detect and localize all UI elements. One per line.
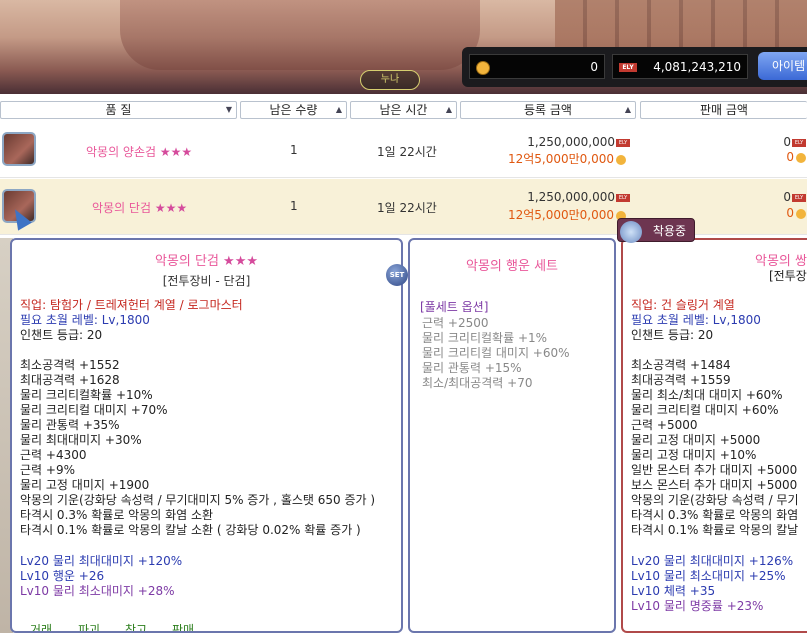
sword-icon — [620, 221, 642, 243]
item-price-alt-text: 12억5,000만0,000 — [507, 208, 614, 222]
item-button[interactable]: 아이템 — [758, 52, 807, 80]
storage-button[interactable]: 창고 — [125, 621, 147, 631]
trade-button[interactable]: 거래 — [30, 621, 52, 631]
table-row[interactable]: 악몽의 양손검 ★★★ 1 1일 22시간 1,250,000,000 ELY 1… — [0, 122, 807, 178]
col-remaining-qty[interactable]: 남은 수량 ▲ — [240, 101, 347, 119]
item-price: 1,250,000,000 ELY — [520, 135, 630, 149]
tooltip-title-text: 악몽의 단검 — [154, 254, 219, 269]
coin-icon — [476, 61, 490, 75]
sort-arrow-icon: ▲ — [624, 105, 631, 114]
col-grade[interactable]: 품 질 ▼ — [0, 101, 237, 119]
coin-icon — [616, 154, 626, 165]
col-grade-label: 품 질 — [105, 103, 132, 117]
set-badge-icon: SET — [386, 264, 408, 286]
currency-bar: 0 ELY 4,081,243,210 — [462, 47, 807, 87]
equipped-badge: 착용중 — [617, 218, 695, 243]
item-name: 악몽의 단검 ★★★ — [92, 199, 187, 216]
dropdown-arrow-icon: ▼ — [225, 105, 232, 114]
col-remaining-time-label: 남은 시간 — [379, 103, 428, 117]
set-line: 최소/최대공격력 +70 — [422, 376, 533, 390]
item-sell: 0 ELY — [770, 135, 806, 149]
item-sell-text: 0 — [783, 190, 791, 204]
set-title: 악몽의 행운 세트 — [466, 259, 558, 274]
item-price-alt: 12억5,000만0,000 — [500, 150, 626, 167]
item-name-text: 악몽의 단검 — [92, 201, 152, 215]
item-stars: ★★★ — [159, 145, 193, 159]
tooltip-title: 악몽의 단검 ★★★ — [12, 250, 401, 269]
sell-button[interactable]: 판매 — [172, 621, 194, 631]
item-sell2-text: 0 — [786, 150, 794, 164]
col-sell-price-label: 판매 금액 — [700, 103, 748, 117]
equipped-subtitle: [전투장 — [769, 269, 807, 283]
banner-roof — [120, 0, 480, 70]
sort-arrow-icon: ▲ — [335, 105, 342, 114]
item-name-text: 악몽의 양손검 — [86, 145, 157, 159]
set-header: [풀세트 옵션] — [420, 300, 489, 314]
item-time: 1일 22시간 — [377, 201, 437, 215]
item-sell-text: 0 — [783, 135, 791, 149]
item-price-alt: 12억5,000만0,000 — [500, 206, 626, 223]
item-time: 1일 22시간 — [377, 145, 437, 159]
tooltip-enchant: 인챈트 등급: 20 — [20, 328, 103, 342]
ely-icon: ELY — [616, 193, 630, 202]
col-remaining-qty-label: 남은 수량 — [269, 103, 318, 117]
destroy-button[interactable]: 파괴 — [78, 621, 100, 631]
item-sell2-text: 0 — [786, 206, 794, 220]
ely-icon: ELY — [619, 63, 637, 72]
item-sell2: 0 — [770, 206, 806, 220]
tooltip-subtitle: [전투장비 - 단검] — [162, 274, 251, 288]
ely-icon: ELY — [792, 138, 806, 147]
banner-timber — [555, 0, 807, 48]
equipped-badge-label: 착용중 — [652, 224, 686, 238]
banner-lamp-label: 누나 — [360, 70, 420, 90]
equipped-tooltip: 악몽의 쌍 [전투장 직업: 건 슬링거 계열 필요 초월 레벨: Lv,180… — [621, 238, 807, 633]
tooltip-special: 타격시 0.1% 확률로 악몽의 칼날 소환 ( 강화당 0.02% 확률 증가… — [20, 523, 361, 537]
item-qty: 1 — [290, 199, 298, 213]
item-sell: 0 ELY — [770, 190, 806, 204]
item-name: 악몽의 양손검 ★★★ — [86, 143, 192, 160]
item-tooltip: 악몽의 단검 ★★★ [전투장비 - 단검] 직업: 탐험가 / 트레져헌터 계… — [10, 238, 403, 633]
coin-value: 0 — [590, 60, 598, 74]
coin-icon — [796, 208, 806, 219]
ely-box: ELY 4,081,243,210 — [612, 54, 748, 79]
col-sell-price[interactable]: 판매 금액 — [640, 101, 807, 119]
item-price-text: 1,250,000,000 — [527, 190, 615, 204]
item-thumbnail — [2, 132, 36, 166]
coin-box: 0 — [469, 54, 605, 79]
set-tooltip: 악몽의 행운 세트 [풀세트 옵션] 근력 +2500 물리 크리티컬확률 +1… — [408, 238, 616, 633]
sort-arrow-icon: ▲ — [445, 105, 452, 114]
tooltip-stars: ★★★ — [223, 254, 259, 269]
item-sell2: 0 — [770, 150, 806, 164]
equipped-option: Lv10 물리 명중률 +23% — [631, 599, 764, 613]
ely-value: 4,081,243,210 — [653, 60, 741, 74]
coin-icon — [796, 152, 806, 163]
ely-icon: ELY — [792, 193, 806, 202]
equipped-enchant: 인챈트 등급: 20 — [631, 328, 714, 342]
ely-icon: ELY — [616, 138, 630, 147]
equipped-special: 타격시 0.1% 확률로 악몽의 칼날 — [631, 523, 799, 537]
item-price-text: 1,250,000,000 — [527, 135, 615, 149]
item-price-alt-text: 12억5,000만0,000 — [507, 152, 614, 166]
tooltip-option: Lv10 물리 최소대미지 +28% — [20, 584, 175, 598]
col-reg-price-label: 등록 금액 — [524, 103, 572, 117]
item-stars: ★★★ — [154, 201, 188, 215]
col-reg-price[interactable]: 등록 금액 ▲ — [460, 101, 636, 119]
item-price: 1,250,000,000 ELY — [520, 190, 630, 204]
item-qty: 1 — [290, 143, 298, 157]
col-remaining-time[interactable]: 남은 시간 ▲ — [350, 101, 457, 119]
